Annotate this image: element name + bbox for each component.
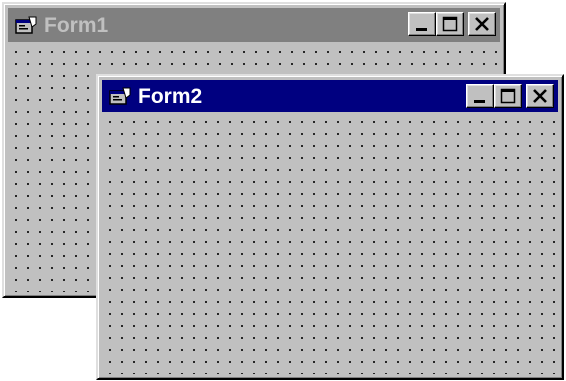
- form1-maximize-button[interactable]: [436, 12, 464, 36]
- form2-window[interactable]: Form2: [96, 74, 564, 380]
- form-icon: [15, 16, 37, 34]
- form2-caption-buttons: [466, 84, 554, 108]
- minimize-icon: [416, 28, 427, 31]
- form1-minimize-button[interactable]: [408, 12, 436, 36]
- form1-caption-buttons: [408, 12, 496, 36]
- close-icon: [533, 89, 547, 103]
- form2-maximize-button[interactable]: [494, 84, 522, 108]
- maximize-icon: [442, 16, 458, 32]
- close-icon: [475, 17, 489, 31]
- form-icon: [109, 87, 131, 105]
- form1-close-button[interactable]: [468, 12, 496, 36]
- minimize-icon: [474, 100, 485, 103]
- form1-title: Form1: [44, 13, 109, 37]
- form2-design-surface[interactable]: [102, 114, 558, 374]
- maximize-icon: [500, 88, 516, 104]
- form1-title-bar[interactable]: Form1: [8, 8, 500, 42]
- form2-title-bar[interactable]: Form2: [102, 80, 558, 112]
- form2-close-button[interactable]: [526, 84, 554, 108]
- form2-minimize-button[interactable]: [466, 84, 494, 108]
- form2-title: Form2: [138, 84, 203, 108]
